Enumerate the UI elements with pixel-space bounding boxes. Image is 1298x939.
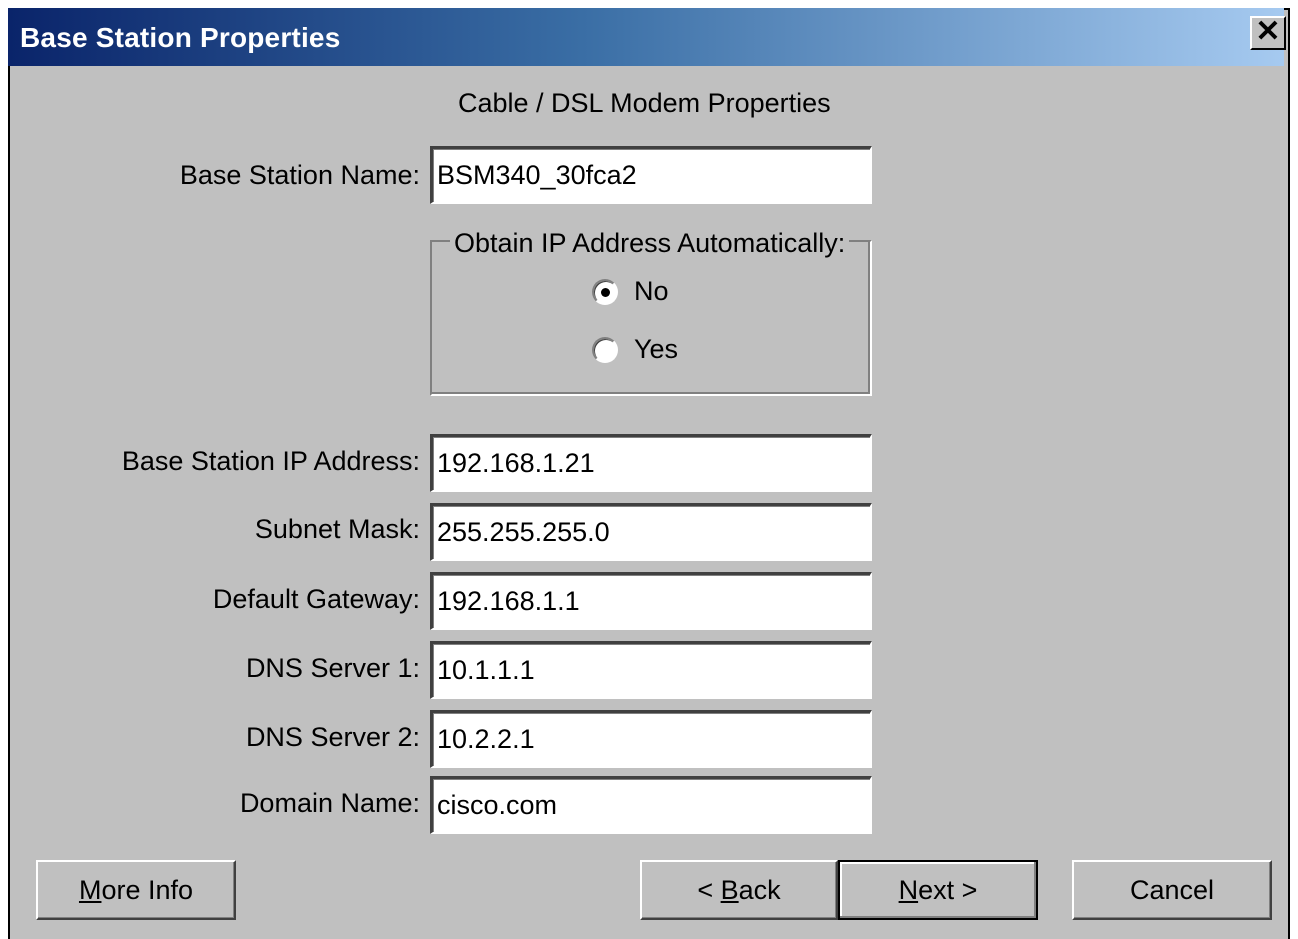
base-station-name-label: Base Station Name: [179,160,420,190]
obtain-ip-legend: Obtain IP Address Automatically: [450,228,850,259]
obtain-ip-groupbox [430,240,872,396]
next-label: ext > [918,874,978,905]
radio-yes-label: Yes [634,334,679,364]
domain-name-input[interactable] [430,776,872,834]
ip-address-input[interactable] [430,434,872,492]
next-button[interactable]: Next > [838,860,1038,920]
back-prefix: < [697,874,721,905]
subnet-mask-input[interactable] [430,503,872,561]
dns-server-1-label: DNS Server 1: [245,653,420,683]
title-bar[interactable]: Base Station Properties [8,8,1284,66]
close-button[interactable]: ✕ [1250,16,1286,50]
more-info-mnemonic: M [78,874,102,905]
dns-server-1-input[interactable] [430,641,872,699]
ip-address-label: Base Station IP Address: [121,446,420,476]
window-title: Base Station Properties [20,22,341,53]
default-gateway-label: Default Gateway: [212,584,420,614]
dns-server-2-label: DNS Server 2: [245,722,420,752]
radio-yes-button[interactable] [592,336,618,363]
back-button[interactable]: < Back [640,860,838,920]
radio-no[interactable]: No [592,276,669,307]
cancel-button[interactable]: Cancel [1072,860,1272,920]
domain-name-label: Domain Name: [239,788,420,818]
back-label: ack [738,874,781,905]
next-mnemonic: N [898,874,919,905]
radio-no-label: No [634,276,669,306]
radio-yes[interactable]: Yes [592,334,678,365]
subnet-mask-label: Subnet Mask: [254,514,420,544]
close-icon: ✕ [1255,15,1281,48]
more-info-label: ore Info [101,874,194,905]
default-gateway-input[interactable] [430,572,872,630]
more-info-button[interactable]: More Info [36,860,236,920]
base-station-name-input[interactable] [430,146,872,204]
cancel-label: Cancel [1129,874,1215,905]
radio-no-button[interactable] [592,278,618,305]
dns-server-2-input[interactable] [430,710,872,768]
section-heading: Cable / DSL Modem Properties [458,88,831,118]
back-mnemonic: B [720,874,739,905]
